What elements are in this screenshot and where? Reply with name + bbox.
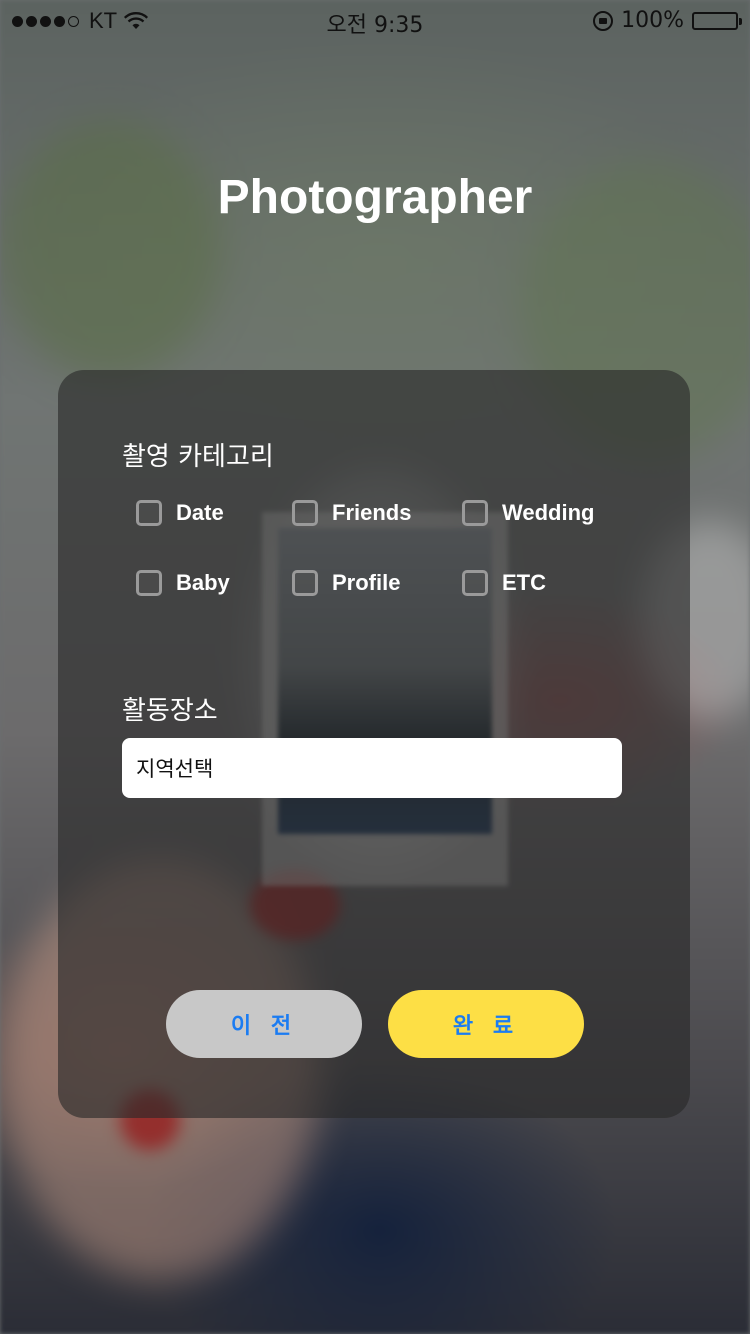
category-option-label: Friends [332, 500, 412, 525]
region-select-value: 지역선택 [136, 757, 214, 781]
category-option-wedding[interactable]: Wedding [462, 500, 594, 526]
category-option-label: Wedding [502, 500, 595, 525]
location-section-label: 활동장소 [122, 696, 218, 726]
battery-icon [692, 11, 742, 30]
category-option-profile[interactable]: Profile [292, 570, 400, 596]
orientation-lock-icon [593, 10, 614, 31]
category-option-etc[interactable]: ETC [462, 570, 546, 596]
checkbox[interactable] [292, 500, 318, 526]
category-option-friends[interactable]: Friends [292, 500, 411, 526]
page-title: Photographer [217, 171, 533, 224]
category-section-label: 촬영 카테고리 [122, 442, 274, 472]
category-option-label: ETC [502, 570, 546, 595]
done-button[interactable]: 완 료 [388, 990, 584, 1058]
category-option-baby[interactable]: Baby [136, 570, 230, 596]
checkbox[interactable] [462, 500, 488, 526]
region-select[interactable]: 지역선택 [122, 738, 622, 798]
prev-button[interactable]: 이 전 [166, 990, 362, 1058]
category-option-label: Date [176, 500, 224, 525]
category-option-date[interactable]: Date [136, 500, 224, 526]
category-option-label: Profile [332, 570, 401, 595]
checkbox[interactable] [462, 570, 488, 596]
category-option-label: Baby [176, 570, 230, 595]
checkbox[interactable] [136, 570, 162, 596]
battery-percent: 100% [621, 8, 684, 33]
checkbox[interactable] [292, 570, 318, 596]
status-bar: KT 오전 9:35 100% [0, 0, 750, 40]
checkbox[interactable] [136, 500, 162, 526]
signup-form-card: 촬영 카테고리 Date Friends Wedding Baby Profil… [58, 370, 690, 1118]
